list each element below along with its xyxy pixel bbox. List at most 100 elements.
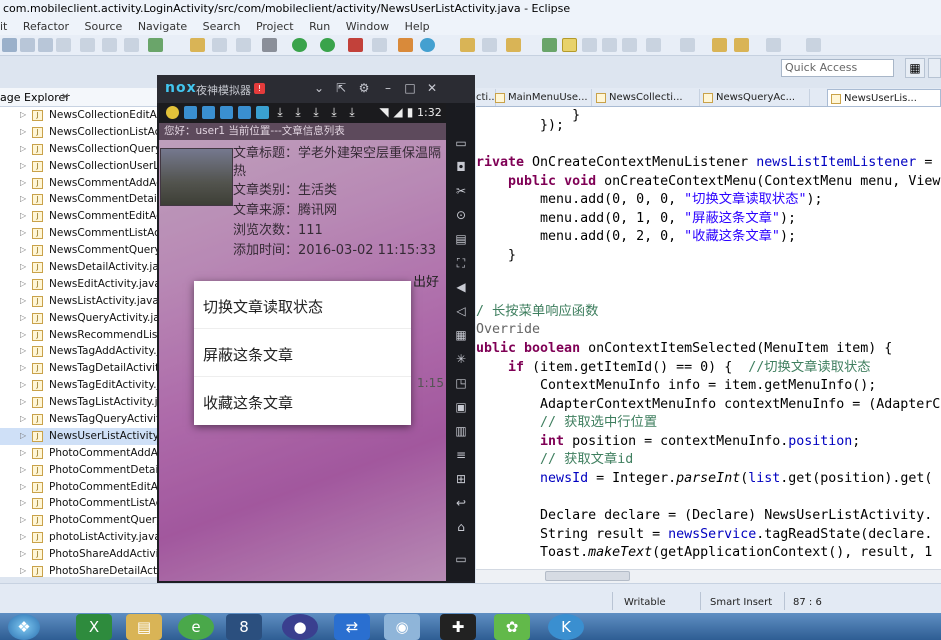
app-icon[interactable]: 8: [226, 614, 262, 640]
expand-arrow-icon[interactable]: ▷: [20, 124, 26, 141]
pin-icon[interactable]: [806, 38, 821, 52]
expand-arrow-icon[interactable]: ▷: [20, 411, 26, 428]
open-perspective-icon[interactable]: ▦: [905, 58, 925, 78]
annotation-icon[interactable]: [542, 38, 557, 52]
tree-item[interactable]: ▷ J NewsEditActivity.java: [0, 276, 157, 293]
code-editor[interactable]: } }); rivate OnCreateContextMenuListener …: [476, 107, 941, 569]
tasks-icon[interactable]: [482, 38, 497, 52]
menu-help[interactable]: Help: [399, 18, 436, 35]
print-icon[interactable]: [56, 38, 71, 52]
tree-item[interactable]: ▷ J NewsCollectionListActivity.java: [0, 124, 157, 141]
menu-source[interactable]: Source: [79, 18, 129, 35]
highlight-icon[interactable]: [562, 38, 577, 52]
menu-item-block[interactable]: 屏蔽这条文章: [203, 344, 293, 365]
expand-arrow-icon[interactable]: ▷: [20, 394, 26, 411]
tree-item[interactable]: ▷ J PhotoCommentEditActivity.java: [0, 479, 157, 496]
nav-arrow-icon[interactable]: [766, 38, 781, 52]
menu-search[interactable]: Search: [197, 18, 247, 35]
browser-icon[interactable]: e: [178, 614, 214, 640]
expand-arrow-icon[interactable]: ▷: [20, 259, 26, 276]
checkbox-icon[interactable]: [148, 38, 163, 52]
tree-item[interactable]: ▷ J PhotoShareDetailActivity.java: [0, 563, 157, 577]
screen-icon[interactable]: ▤: [452, 230, 470, 248]
open-type-icon[interactable]: [190, 38, 205, 52]
start-icon[interactable]: ❖: [8, 614, 40, 640]
tree-item[interactable]: ▷ J PhotoCommentListActivity.java: [0, 495, 157, 512]
save-all-icon[interactable]: [38, 38, 53, 52]
apk-icon[interactable]: ▦: [452, 326, 470, 344]
gear-icon[interactable]: ⚙: [357, 81, 371, 95]
excel-icon[interactable]: X: [76, 614, 112, 640]
new-class-icon[interactable]: [398, 38, 413, 52]
tree-item[interactable]: ▷ J NewsCommentAddActivity.java: [0, 175, 157, 192]
editor-tab[interactable]: MainMenuUse...: [492, 89, 592, 106]
block-selection-icon[interactable]: [622, 38, 637, 52]
package-explorer-tab[interactable]: age Explorer ✕: [0, 88, 157, 107]
expand-arrow-icon[interactable]: ▷: [20, 158, 26, 175]
eclipse-icon[interactable]: ●: [282, 614, 318, 640]
macro-icon[interactable]: ▥: [452, 422, 470, 440]
expand-arrow-icon[interactable]: ▷: [20, 445, 26, 462]
sync-icon[interactable]: ⊞: [452, 470, 470, 488]
tree-item[interactable]: ▷ J PhotoCommentAddActivity.java: [0, 445, 157, 462]
expand-arrow-icon[interactable]: ▷: [20, 242, 26, 259]
back-icon[interactable]: ↩: [452, 494, 470, 512]
expand-arrow-icon[interactable]: ▷: [20, 462, 26, 479]
tree-item[interactable]: ▷ J NewsTagDetailActivity.java: [0, 360, 157, 377]
menu-window[interactable]: Window: [340, 18, 395, 35]
paste-icon[interactable]: [102, 38, 117, 52]
terminal-icon[interactable]: [124, 38, 139, 52]
menu-item-favorite[interactable]: 收藏这条文章: [203, 392, 293, 413]
tree-item[interactable]: ▷ J NewsCommentDetailActivity.java: [0, 191, 157, 208]
editor-tab-active[interactable]: NewsUserLis...: [827, 89, 941, 106]
expand-arrow-icon[interactable]: ▷: [20, 191, 26, 208]
debug-icon[interactable]: [262, 38, 277, 52]
web-icon[interactable]: [212, 38, 227, 52]
tree-item[interactable]: ▷ J NewsTagListActivity.java: [0, 394, 157, 411]
tree-item[interactable]: ▷ J NewsTagEditActivity.java: [0, 377, 157, 394]
keyboard-icon[interactable]: ▭: [452, 134, 470, 152]
menu-run[interactable]: Run: [303, 18, 336, 35]
shake-icon[interactable]: ✳: [452, 350, 470, 368]
show-whitespace-icon[interactable]: [602, 38, 617, 52]
editor-tab[interactable]: NewsQueryAc...: [700, 89, 810, 106]
fullscreen-icon[interactable]: ⛶: [452, 254, 470, 272]
scissors-icon[interactable]: ✂: [452, 182, 470, 200]
expand-arrow-icon[interactable]: ▷: [20, 479, 26, 496]
menu-navigate[interactable]: Navigate: [132, 18, 193, 35]
run-icon[interactable]: [292, 38, 307, 52]
expand-arrow-icon[interactable]: ▷: [20, 293, 26, 310]
expand-arrow-icon[interactable]: ▷: [20, 377, 26, 394]
tree-item[interactable]: ▷ J NewsUserListActivity.java: [0, 427, 157, 445]
tree-item[interactable]: ▷ J NewsCollectionUserListActivity.java: [0, 158, 157, 175]
menu-refactor[interactable]: Refactor: [17, 18, 75, 35]
menu-item-toggle-read[interactable]: 切换文章读取状态: [203, 296, 323, 317]
tree-item[interactable]: ▷ J NewsQueryActivity.java: [0, 310, 157, 327]
explorer-icon[interactable]: ▤: [126, 614, 162, 640]
console-icon[interactable]: [236, 38, 251, 52]
k-app-icon[interactable]: K: [548, 614, 584, 640]
quick-access-input[interactable]: Quick Access: [781, 59, 894, 77]
wrench-icon[interactable]: [372, 38, 387, 52]
nox-taskbar-icon[interactable]: ✚: [440, 614, 476, 640]
expand-arrow-icon[interactable]: ▷: [20, 546, 26, 563]
expand-arrow-icon[interactable]: ▷: [20, 141, 26, 158]
expand-arrow-icon[interactable]: ▷: [20, 327, 26, 344]
expand-arrow-icon[interactable]: ▷: [20, 428, 26, 445]
app-green-icon[interactable]: ✿: [494, 614, 530, 640]
expand-arrow-icon[interactable]: ▷: [20, 495, 26, 512]
tree-item[interactable]: ▷ J NewsTagQueryActivity.java: [0, 411, 157, 428]
chevron-down-icon[interactable]: ⌄: [312, 81, 326, 95]
tree-item[interactable]: ▷ J PhotoCommentQueryActivity.java: [0, 512, 157, 529]
robot-icon[interactable]: ◘: [452, 158, 470, 176]
expand-arrow-icon[interactable]: ▷: [20, 175, 26, 192]
expand-arrow-icon[interactable]: ▷: [20, 563, 26, 577]
tree-item[interactable]: ▷ J NewsCollectionQueryActivity.java: [0, 141, 157, 158]
menu-project[interactable]: Project: [250, 18, 300, 35]
tree-item[interactable]: ▷ J PhotoShareAddActivity.java: [0, 546, 157, 563]
expand-arrow-icon[interactable]: ▷: [20, 512, 26, 529]
expand-arrow-icon[interactable]: ▷: [20, 310, 26, 327]
tree-item[interactable]: ▷ J PhotoCommentDetailActivity.java: [0, 462, 157, 479]
close-icon[interactable]: ✕: [61, 88, 69, 106]
new-package-icon[interactable]: [420, 38, 435, 52]
